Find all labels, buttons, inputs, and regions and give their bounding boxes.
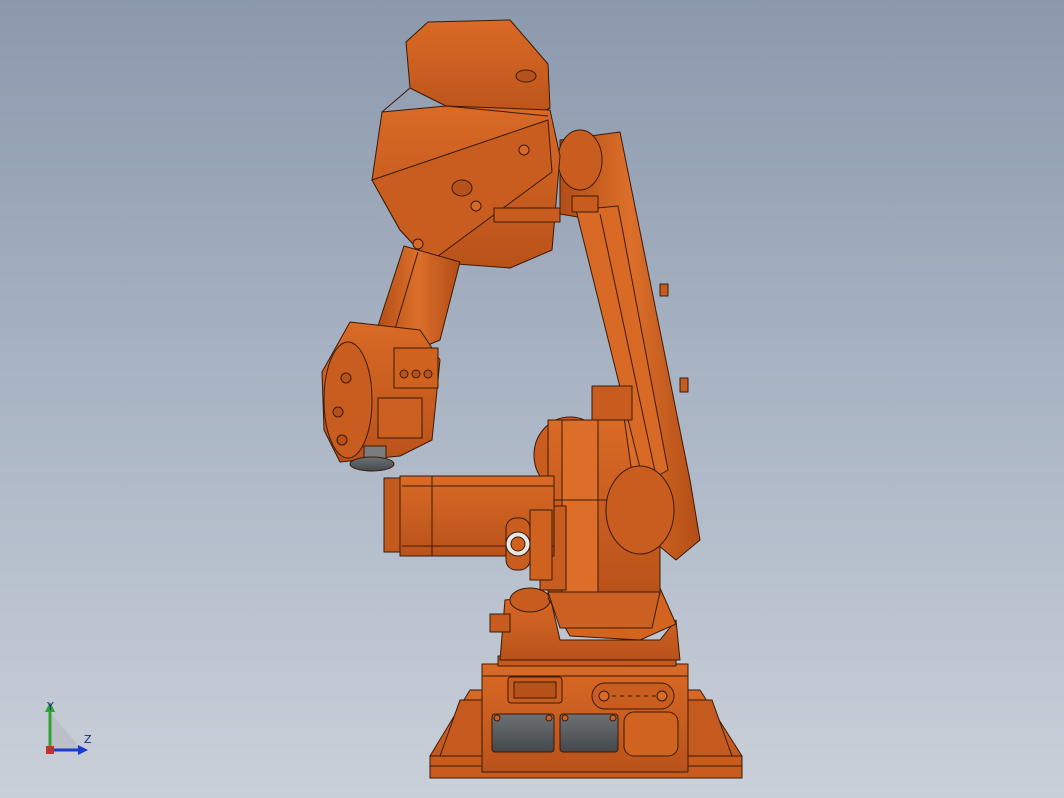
axis-motor[interactable] — [383, 475, 555, 581]
robot-wrist[interactable] — [321, 321, 441, 463]
robot-base[interactable] — [429, 663, 743, 779]
orientation-triad[interactable] — [36, 696, 100, 760]
cad-viewport[interactable]: Y Z — [0, 0, 1064, 798]
connector-plate-left — [491, 713, 555, 753]
connector-plate-right — [559, 713, 619, 753]
triad-y-label: Y — [47, 700, 54, 713]
triad-z-label: Z — [84, 733, 92, 746]
robot-arm-model[interactable] — [0, 0, 1064, 798]
robot-upper-arm-housing[interactable] — [371, 19, 561, 269]
